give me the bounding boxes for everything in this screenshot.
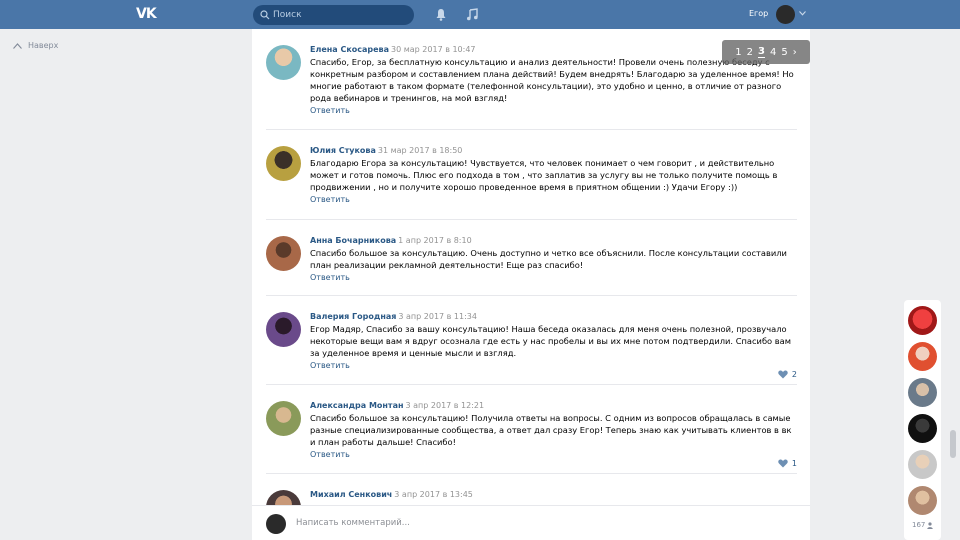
liker-avatar[interactable] xyxy=(908,342,937,371)
comment-item: Елена Скосарева 30 мар 2017 в 10:47 Спаси… xyxy=(266,29,797,130)
pager-page[interactable]: 1 xyxy=(735,47,741,58)
comment-avatar[interactable] xyxy=(266,146,301,181)
comment-avatar[interactable] xyxy=(266,312,301,347)
comment-text: Благодарю Егора за консультацию! Чувству… xyxy=(310,158,778,192)
comment-author[interactable]: Михаил Сенкович xyxy=(310,490,392,499)
comment-author[interactable]: Елена Скосарева xyxy=(310,45,389,54)
reply-link[interactable]: Ответить xyxy=(310,195,350,204)
chevron-up-icon xyxy=(13,42,22,49)
comment-date[interactable]: 3 апр 2017 в 12:21 xyxy=(406,401,485,410)
heart-icon xyxy=(778,370,788,379)
comment-text: Егор Мадяр, Спасибо за вашу консультацию… xyxy=(310,324,792,358)
back-to-top-label: Наверх xyxy=(28,41,59,50)
chevron-down-icon[interactable] xyxy=(799,11,806,16)
heart-icon xyxy=(778,459,788,468)
pager-page[interactable]: 4 xyxy=(770,47,776,58)
top-bar: VK Егор xyxy=(0,0,960,29)
comment-author[interactable]: Валерия Городная xyxy=(310,312,396,321)
comment-text: Спасибо большое за консультацию! Получил… xyxy=(310,413,792,447)
comment-date[interactable]: 30 мар 2017 в 10:47 xyxy=(391,45,476,54)
comment-item: Валерия Городная 3 апр 2017 в 11:34 Егор … xyxy=(266,296,797,385)
like-count: 1 xyxy=(791,459,797,468)
comment-item: Анна Бочарникова 1 апр 2017 в 8:10 Спасиб… xyxy=(266,220,797,296)
comment-author[interactable]: Анна Бочарникова xyxy=(310,236,396,245)
comment-item: Юлия Стукова 31 мар 2017 в 18:50 Благодар… xyxy=(266,130,797,220)
liker-avatar[interactable] xyxy=(908,378,937,407)
liker-avatar[interactable] xyxy=(908,486,937,515)
like-count: 2 xyxy=(791,370,797,379)
comment-avatar[interactable] xyxy=(266,236,301,271)
reply-avatar xyxy=(266,514,286,534)
photo-pager: 1 2 3 4 5 › xyxy=(722,40,810,64)
reply-link[interactable]: Ответить xyxy=(310,273,350,282)
comment-date[interactable]: 1 апр 2017 в 8:10 xyxy=(398,236,472,245)
liker-avatar[interactable] xyxy=(908,414,937,443)
search-input[interactable] xyxy=(273,8,408,22)
comment-author[interactable]: Александра Монтан xyxy=(310,401,404,410)
pager-page-current[interactable]: 3 xyxy=(758,46,765,58)
liker-avatar[interactable] xyxy=(908,306,937,335)
pager-next-button[interactable]: › xyxy=(793,47,797,58)
comment-avatar[interactable] xyxy=(266,45,301,80)
person-icon xyxy=(927,521,934,529)
comment-author[interactable]: Юлия Стукова xyxy=(310,146,376,155)
reply-link[interactable]: Ответить xyxy=(310,450,350,459)
like-button[interactable]: 2 xyxy=(778,370,797,379)
bell-icon[interactable] xyxy=(435,8,447,21)
search-box[interactable] xyxy=(253,5,414,25)
comment-date[interactable]: 31 мар 2017 в 18:50 xyxy=(378,146,463,155)
comments-panel: Елена Скосарева 30 мар 2017 в 10:47 Спаси… xyxy=(252,29,810,540)
reply-link[interactable]: Ответить xyxy=(310,361,350,370)
likers-count-value: 167 xyxy=(912,521,926,529)
likers-count[interactable]: 167 xyxy=(912,521,934,529)
back-to-top-link[interactable]: Наверх xyxy=(13,41,58,50)
comment-date[interactable]: 3 апр 2017 в 11:34 xyxy=(398,312,477,321)
comment-date[interactable]: 3 апр 2017 в 13:45 xyxy=(394,490,473,499)
user-avatar[interactable] xyxy=(776,5,795,24)
likers-column: 167 xyxy=(904,300,941,540)
user-name[interactable]: Егор xyxy=(749,9,768,18)
comment-item: Александра Монтан 3 апр 2017 в 12:21 Спас… xyxy=(266,385,797,474)
like-button[interactable]: 1 xyxy=(778,459,797,468)
pager-page[interactable]: 5 xyxy=(781,47,787,58)
search-icon xyxy=(260,10,270,20)
comment-avatar[interactable] xyxy=(266,401,301,436)
comment-text: Спасибо большое за консультацию. Очень д… xyxy=(310,248,787,270)
music-icon[interactable] xyxy=(466,8,478,21)
comment-input[interactable] xyxy=(296,515,776,531)
reply-link[interactable]: Ответить xyxy=(310,106,350,115)
pager-page[interactable]: 2 xyxy=(747,47,753,58)
scrollbar[interactable] xyxy=(950,430,956,458)
reply-bar xyxy=(252,505,810,540)
liker-avatar[interactable] xyxy=(908,450,937,479)
vk-logo[interactable]: VK xyxy=(136,7,160,22)
